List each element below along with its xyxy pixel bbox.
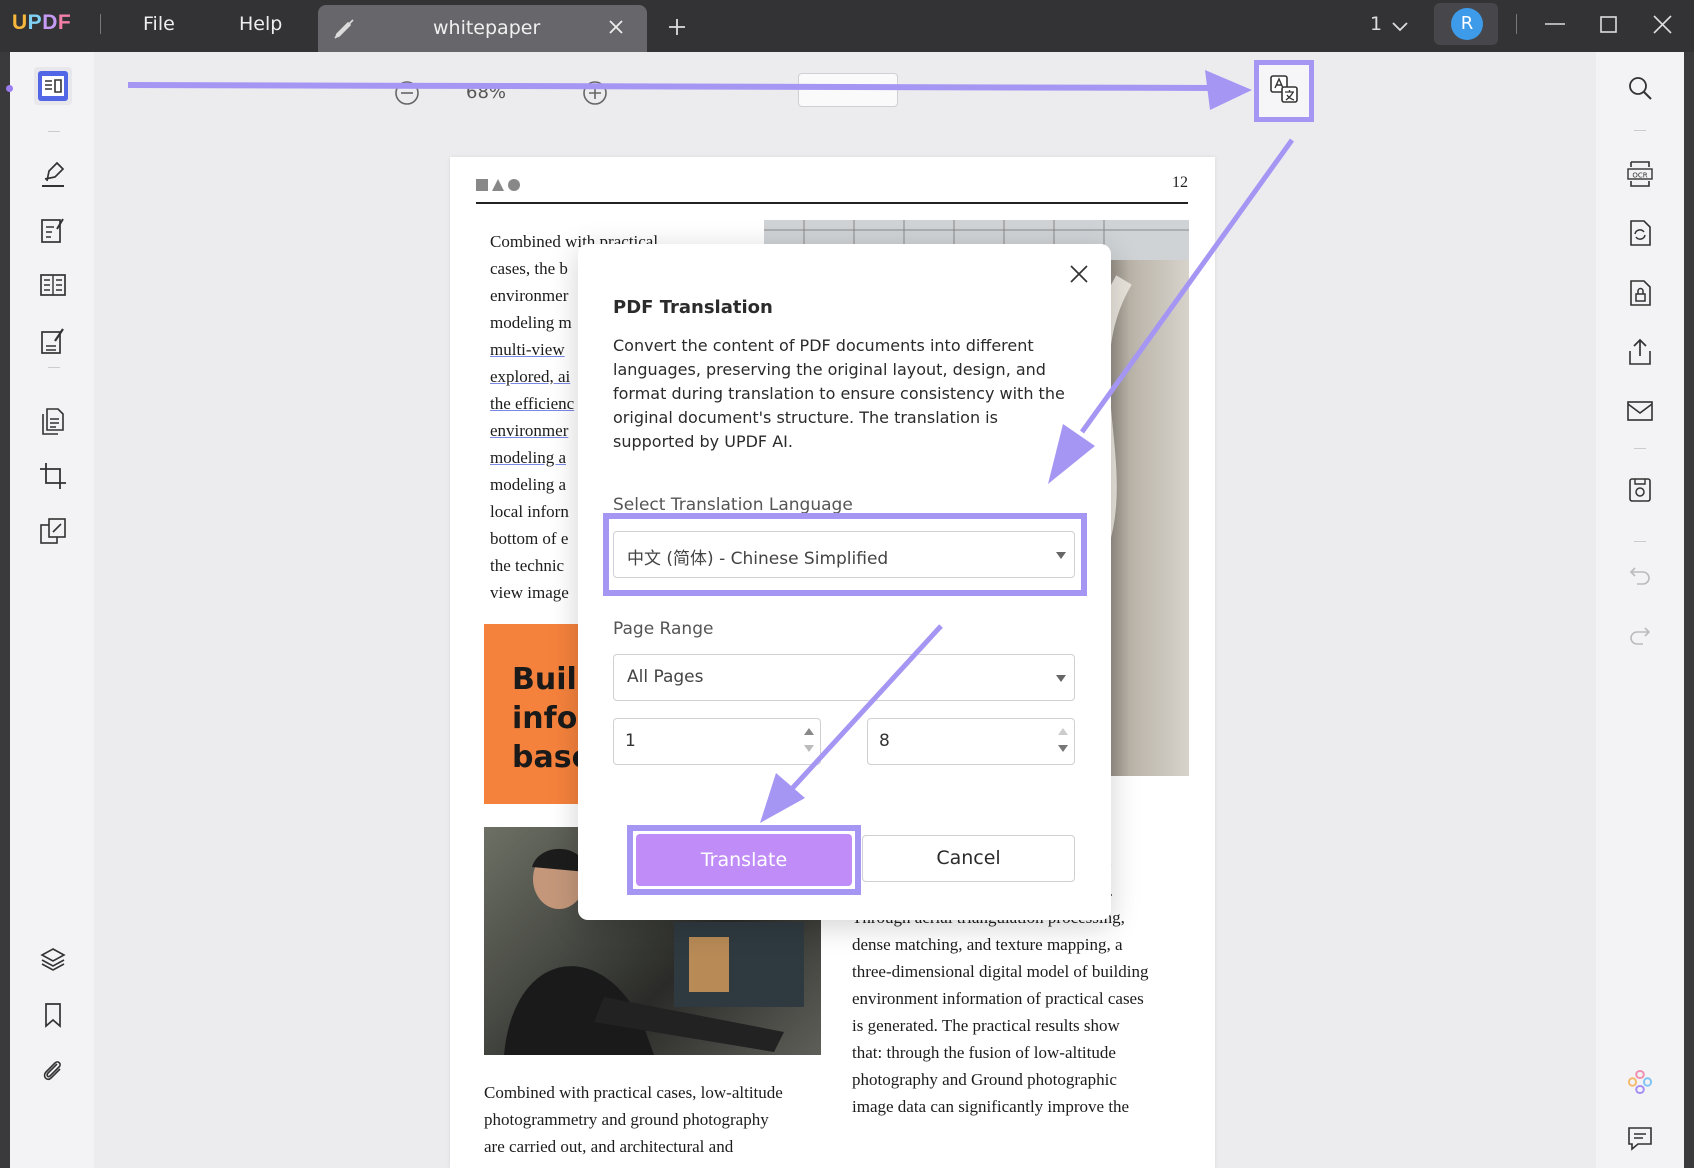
page-tools-icon[interactable] — [34, 402, 72, 440]
save-icon[interactable] — [1621, 471, 1659, 509]
reader-mode-icon[interactable] — [34, 67, 72, 105]
bottom-left-line: Combined with practical cases, low-altit… — [484, 1079, 783, 1106]
caret-down-icon — [1056, 675, 1066, 682]
menu-help[interactable]: Help — [239, 13, 282, 35]
from-page-value: 1 — [625, 731, 636, 751]
translate-tool-button[interactable] — [1254, 60, 1314, 122]
title-separator — [1516, 14, 1517, 34]
bottom-left-line: are carried out, and architectural and — [484, 1133, 783, 1160]
zoom-in-icon[interactable] — [582, 80, 608, 110]
batch-icon[interactable] — [34, 512, 72, 550]
title-bar: UPDF File Help whitepaper 1 R — [0, 0, 1694, 52]
updf-ai-icon[interactable] — [1621, 1063, 1659, 1101]
left-toolbar — [10, 52, 94, 1168]
decrement-icon[interactable] — [804, 745, 814, 752]
language-label: Select Translation Language — [613, 495, 853, 515]
pdf-translation-dialog: PDF Translation Convert the content of P… — [578, 244, 1111, 920]
window-edge — [1684, 52, 1694, 1168]
active-indicator — [6, 85, 13, 92]
header-rule — [476, 202, 1188, 204]
to-page-value: 8 — [879, 731, 890, 751]
translate-highlight-frame: Translate — [627, 825, 861, 895]
language-select-value: 中文 (简体) - Chinese Simplified — [627, 544, 888, 569]
bottom-left-line: photogrammetry and ground photography — [484, 1106, 783, 1133]
page-range-label: Page Range — [613, 619, 713, 639]
edit-pdf-icon[interactable] — [34, 211, 72, 249]
close-window-icon[interactable] — [1652, 14, 1674, 40]
right-column-line: dense matching, and texture mapping, a — [852, 931, 1149, 958]
right-column-line: environment information of practical cas… — [852, 985, 1149, 1012]
layers-icon[interactable] — [34, 940, 72, 978]
organize-pages-icon[interactable] — [34, 266, 72, 304]
redo-icon[interactable] — [1621, 616, 1659, 654]
tab-title: whitepaper — [433, 17, 540, 39]
bottom-left-text: Combined with practical cases, low-altit… — [484, 1079, 783, 1160]
fill-sign-icon[interactable] — [34, 322, 72, 360]
title-separator — [100, 14, 101, 34]
crop-icon[interactable] — [34, 457, 72, 495]
minimize-icon[interactable] — [1544, 14, 1566, 40]
translate-icon — [1268, 73, 1300, 109]
menu-file[interactable]: File — [143, 13, 175, 35]
right-column-line: that: through the fusion of low-altitude — [852, 1039, 1149, 1066]
dialog-description: Convert the content of PDF documents int… — [613, 334, 1083, 454]
right-column-line: three-dimensional digital model of build… — [852, 958, 1149, 985]
dialog-close-icon[interactable] — [1069, 264, 1089, 288]
highlighter-icon[interactable] — [34, 155, 72, 193]
new-tab-icon[interactable] — [667, 17, 687, 41]
page-range-select[interactable]: All Pages — [613, 654, 1075, 701]
avatar: R — [1451, 8, 1483, 40]
to-page-input[interactable]: 8 — [867, 718, 1075, 765]
page-range-select-value: All Pages — [627, 667, 704, 687]
edit-off-icon — [332, 17, 356, 45]
convert-icon[interactable] — [1621, 214, 1659, 252]
window-page-indicator[interactable]: 1 — [1370, 13, 1382, 35]
right-column-line: image data can significantly improve the — [852, 1093, 1149, 1120]
zoom-out-icon[interactable] — [394, 80, 420, 110]
page-number-input[interactable] — [798, 73, 898, 107]
page-number: 12 — [1172, 174, 1188, 192]
toolbar-divider — [48, 367, 60, 368]
comment-icon[interactable] — [1621, 1119, 1659, 1157]
from-page-input[interactable]: 1 — [613, 718, 821, 765]
maximize-icon[interactable] — [1598, 14, 1620, 40]
protect-icon[interactable] — [1621, 274, 1659, 312]
undo-icon[interactable] — [1621, 556, 1659, 594]
translate-button[interactable]: Translate — [636, 834, 852, 886]
toolbar-divider — [48, 131, 60, 132]
dialog-title: PDF Translation — [613, 297, 773, 318]
close-tab-icon[interactable] — [608, 19, 624, 39]
decrement-icon[interactable] — [1058, 745, 1068, 752]
app-logo: UPDF — [12, 11, 71, 35]
cancel-button[interactable]: Cancel — [862, 835, 1075, 882]
chevron-down-icon[interactable] — [1391, 18, 1409, 37]
zoom-level[interactable]: 68% — [466, 82, 506, 103]
language-select[interactable]: 中文 (简体) - Chinese Simplified — [613, 531, 1075, 578]
right-toolbar: OCR — [1596, 52, 1684, 1168]
attachment-icon[interactable] — [34, 1052, 72, 1090]
bookmark-icon[interactable] — [34, 996, 72, 1034]
toolbar-divider — [1634, 541, 1646, 542]
account-button[interactable]: R — [1434, 3, 1498, 45]
share-icon[interactable] — [1621, 333, 1659, 371]
document-tab[interactable]: whitepaper — [318, 5, 647, 52]
toolbar-divider — [1634, 448, 1646, 449]
svg-text:OCR: OCR — [1632, 172, 1647, 180]
right-column-line: photography and Ground photographic — [852, 1066, 1149, 1093]
caret-down-icon — [1056, 552, 1066, 559]
search-icon[interactable] — [1621, 69, 1659, 107]
page-header-shapes — [476, 177, 526, 196]
toolbar-divider — [1634, 130, 1646, 131]
increment-icon[interactable] — [1058, 728, 1068, 735]
right-column-line: is generated. The practical results show — [852, 1012, 1149, 1039]
ocr-icon[interactable]: OCR — [1621, 155, 1659, 193]
increment-icon[interactable] — [804, 728, 814, 735]
email-icon[interactable] — [1621, 392, 1659, 430]
